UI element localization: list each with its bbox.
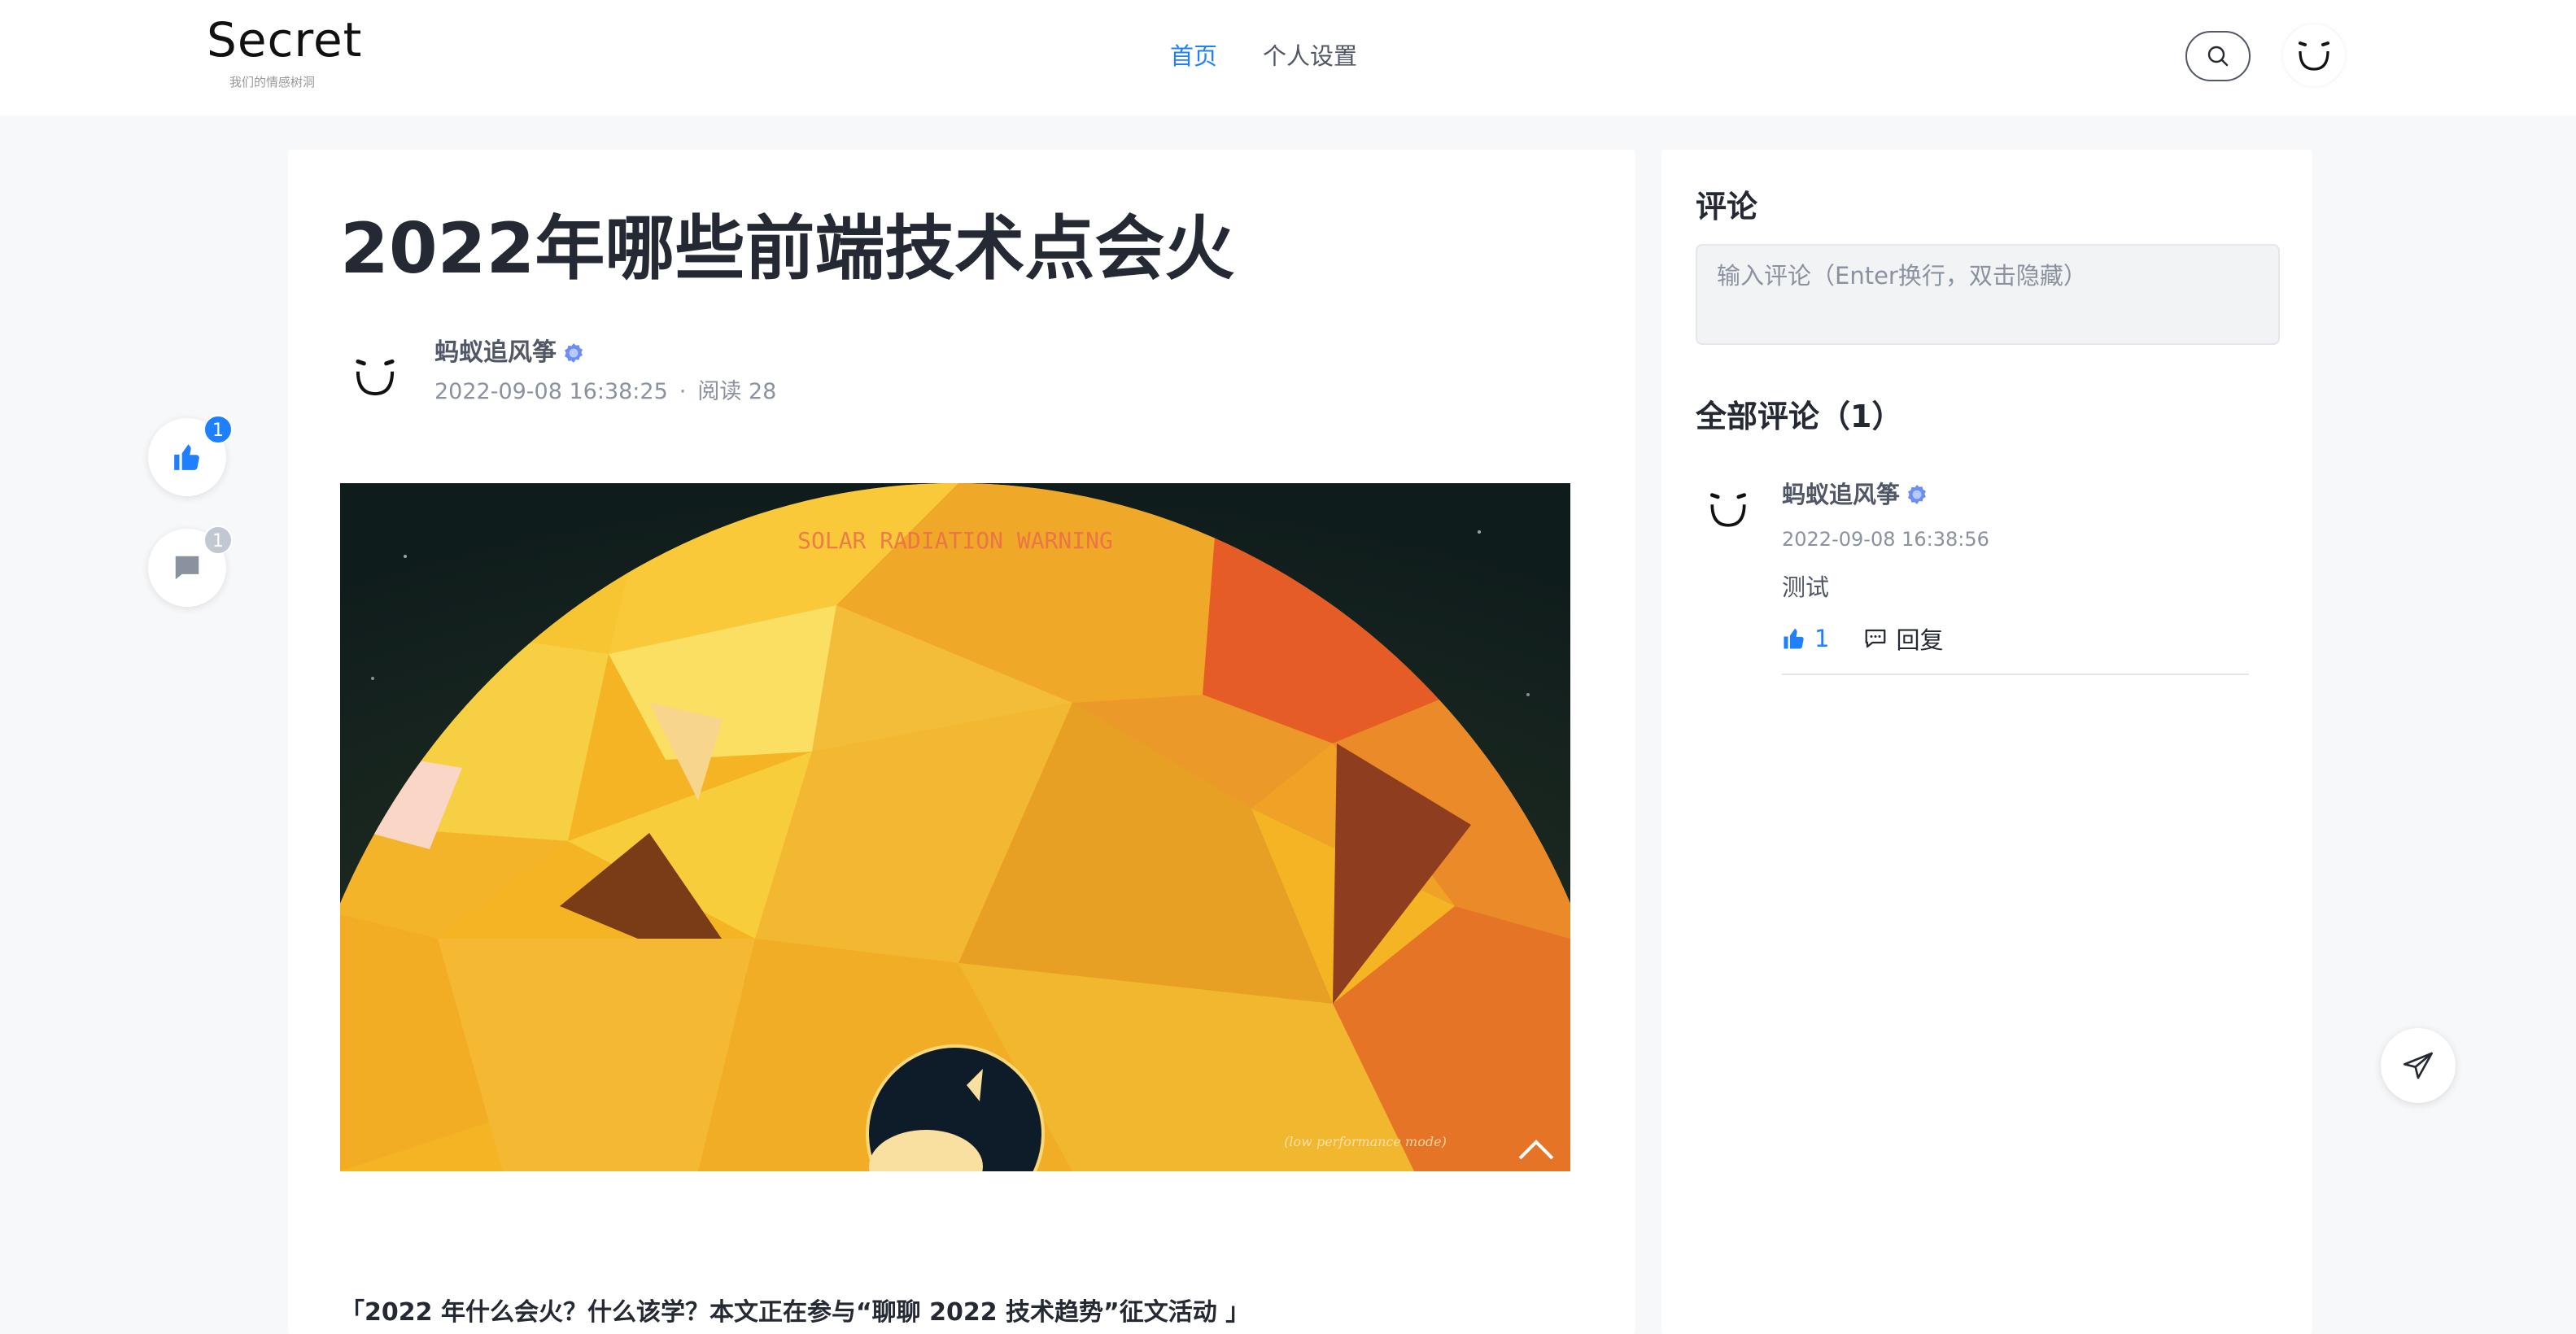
verified-badge-icon <box>1908 485 1926 504</box>
comment-bubble-icon <box>175 556 199 580</box>
logo-subtitle: 我们的情感树洞 <box>229 75 316 89</box>
comment-reply-button[interactable]: 回复 <box>1863 621 1943 656</box>
smiley-avatar-icon <box>1709 493 1747 527</box>
meta-separator: · <box>679 379 687 404</box>
all-comments-title: 全部评论（1） <box>1696 399 1903 434</box>
read-count: 阅读 28 <box>697 379 777 404</box>
top-header: Secret 我们的情感树洞 首页 个人设置 <box>0 0 2576 116</box>
comment-divider <box>1782 674 2249 675</box>
comment-panel: 评论 全部评论（1） 蚂蚁追风筝 2022-09-08 16:38:56 测试 … <box>1661 150 2312 1334</box>
cover-caption: (low performance mode) <box>1284 1134 1447 1149</box>
logo-text: Secret <box>207 12 363 68</box>
nav-item-home[interactable]: 首页 <box>1170 36 1217 76</box>
smiley-avatar-icon <box>356 359 395 396</box>
comment-text: 测试 <box>1782 573 1830 601</box>
article-intro: 「2022 年什么会火？什么该学？本文正在参与“聊聊 2022 技术趋势”征文活… <box>340 1298 1251 1327</box>
paper-plane-icon <box>2404 1052 2433 1079</box>
comment-author-name: 蚂蚁追风筝 <box>1782 481 1901 508</box>
article-cover-image: SOLAR RADIATION WARNING (low performance… <box>340 483 1570 1171</box>
comment-author-avatar[interactable] <box>1696 477 1761 542</box>
thumbs-up-icon <box>174 444 199 470</box>
comment-reply-label: 回复 <box>1896 626 1944 654</box>
comment-actions: 1 回复 <box>1782 621 1943 656</box>
cover-warning-text: SOLAR RADIATION WARNING <box>797 527 1113 554</box>
author-name-row[interactable]: 蚂蚁追风筝 <box>434 335 584 371</box>
site-logo[interactable]: Secret 我们的情感树洞 <box>207 11 378 93</box>
like-count-badge: 1 <box>203 415 233 444</box>
reply-bubble-icon <box>1866 629 1886 648</box>
thumbs-up-icon <box>1784 628 1804 649</box>
send-button[interactable] <box>2381 1028 2456 1103</box>
comment-input[interactable] <box>1696 244 2280 345</box>
comment-author-row[interactable]: 蚂蚁追风筝 <box>1782 478 1928 511</box>
comment-time: 2022-09-08 16:38:56 <box>1782 528 1989 551</box>
verified-badge-icon <box>565 343 583 363</box>
publish-date: 2022-09-08 16:38:25 <box>434 379 668 404</box>
search-icon <box>2207 46 2229 67</box>
comment-panel-title: 评论 <box>1696 189 1758 225</box>
article-title: 2022年哪些前端技术点会火 <box>340 208 1235 290</box>
article-comment-button[interactable]: 1 <box>148 525 233 607</box>
comment-like-count: 1 <box>1814 625 1830 652</box>
nav-item-settings[interactable]: 个人设置 <box>1263 36 1357 76</box>
article-like-button[interactable]: 1 <box>148 415 233 496</box>
author-avatar[interactable] <box>340 342 410 412</box>
smiley-avatar-icon <box>2299 41 2329 71</box>
user-avatar[interactable] <box>2283 24 2345 86</box>
comment-like-button[interactable]: 1 <box>1782 625 1829 652</box>
article-card: 2022年哪些前端技术点会火 蚂蚁追风筝 2022-09-08 16:38:25… <box>288 150 1635 1334</box>
comment-count-badge: 1 <box>203 525 233 555</box>
article-meta: 2022-09-08 16:38:25 · 阅读 28 <box>434 376 776 408</box>
search-button[interactable] <box>2185 31 2251 81</box>
author-name: 蚂蚁追风筝 <box>434 338 557 367</box>
main-nav: 首页 个人设置 <box>1170 36 1357 76</box>
